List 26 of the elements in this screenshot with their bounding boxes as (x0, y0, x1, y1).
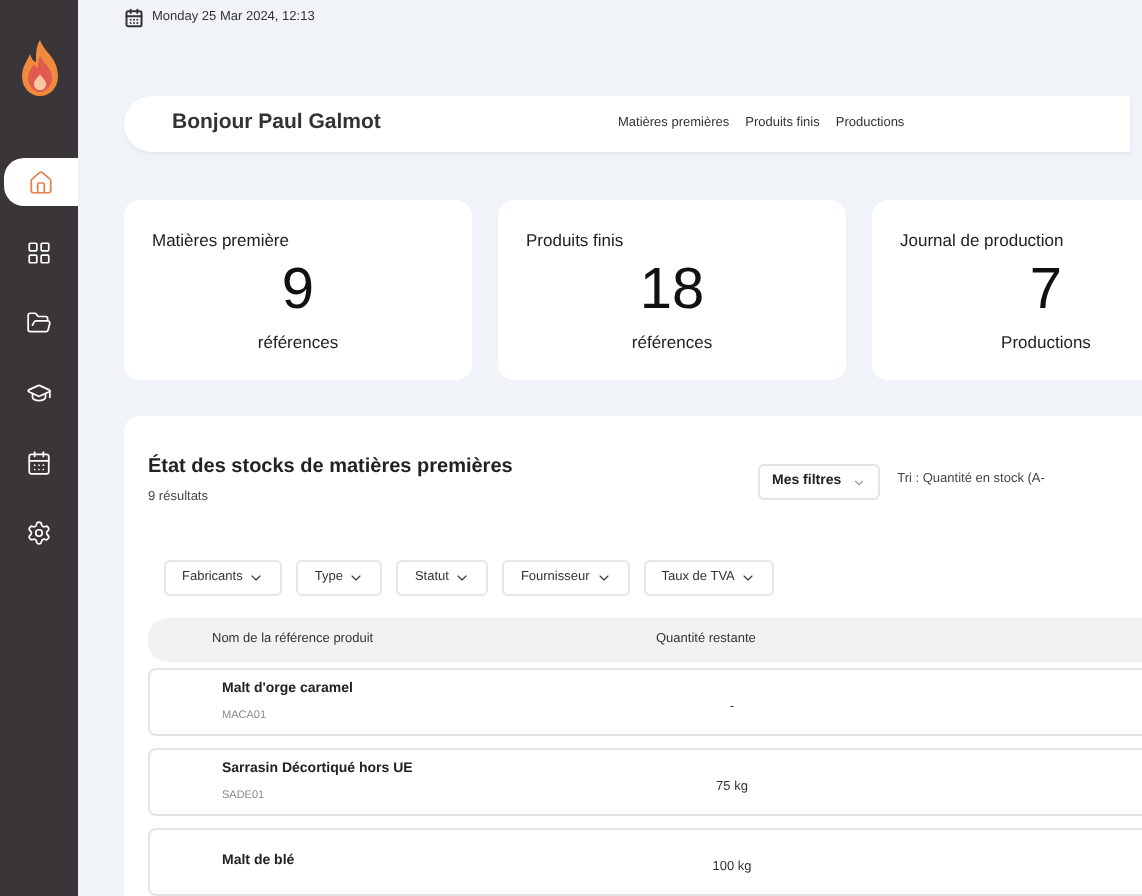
chevron-down-icon (348, 570, 365, 586)
settings-icon (26, 519, 52, 545)
graduation-cap-icon (26, 379, 52, 405)
stat-title: Matières première (152, 227, 291, 253)
stat-title: Journal de production (900, 227, 1066, 253)
chevron-down-icon (851, 475, 866, 490)
chevron-down-icon (595, 570, 612, 586)
stat-unit: Productions (1001, 330, 1091, 357)
home-icon (28, 169, 54, 195)
calendar-icon (26, 449, 52, 475)
chevron-down-icon (740, 570, 757, 586)
stat-title: Produits finis (526, 227, 626, 253)
calendar-icon (124, 8, 144, 28)
greeting-text: Bonjour Paul Galmot (172, 107, 383, 138)
stat-unit: références (631, 330, 713, 357)
chevron-down-icon (248, 570, 265, 586)
flame-logo-icon (17, 38, 61, 98)
chevron-down-icon (454, 570, 471, 586)
stat-value: 7 (1029, 256, 1063, 325)
grid-icon (26, 239, 52, 265)
stat-value: 9 (281, 256, 315, 325)
stat-unit: références (257, 330, 339, 357)
sidebar-item[interactable] (4, 158, 78, 206)
folder-icon (26, 309, 52, 335)
stat-value: 18 (639, 256, 705, 325)
section-title: État des stocks de matières premières (148, 452, 515, 483)
